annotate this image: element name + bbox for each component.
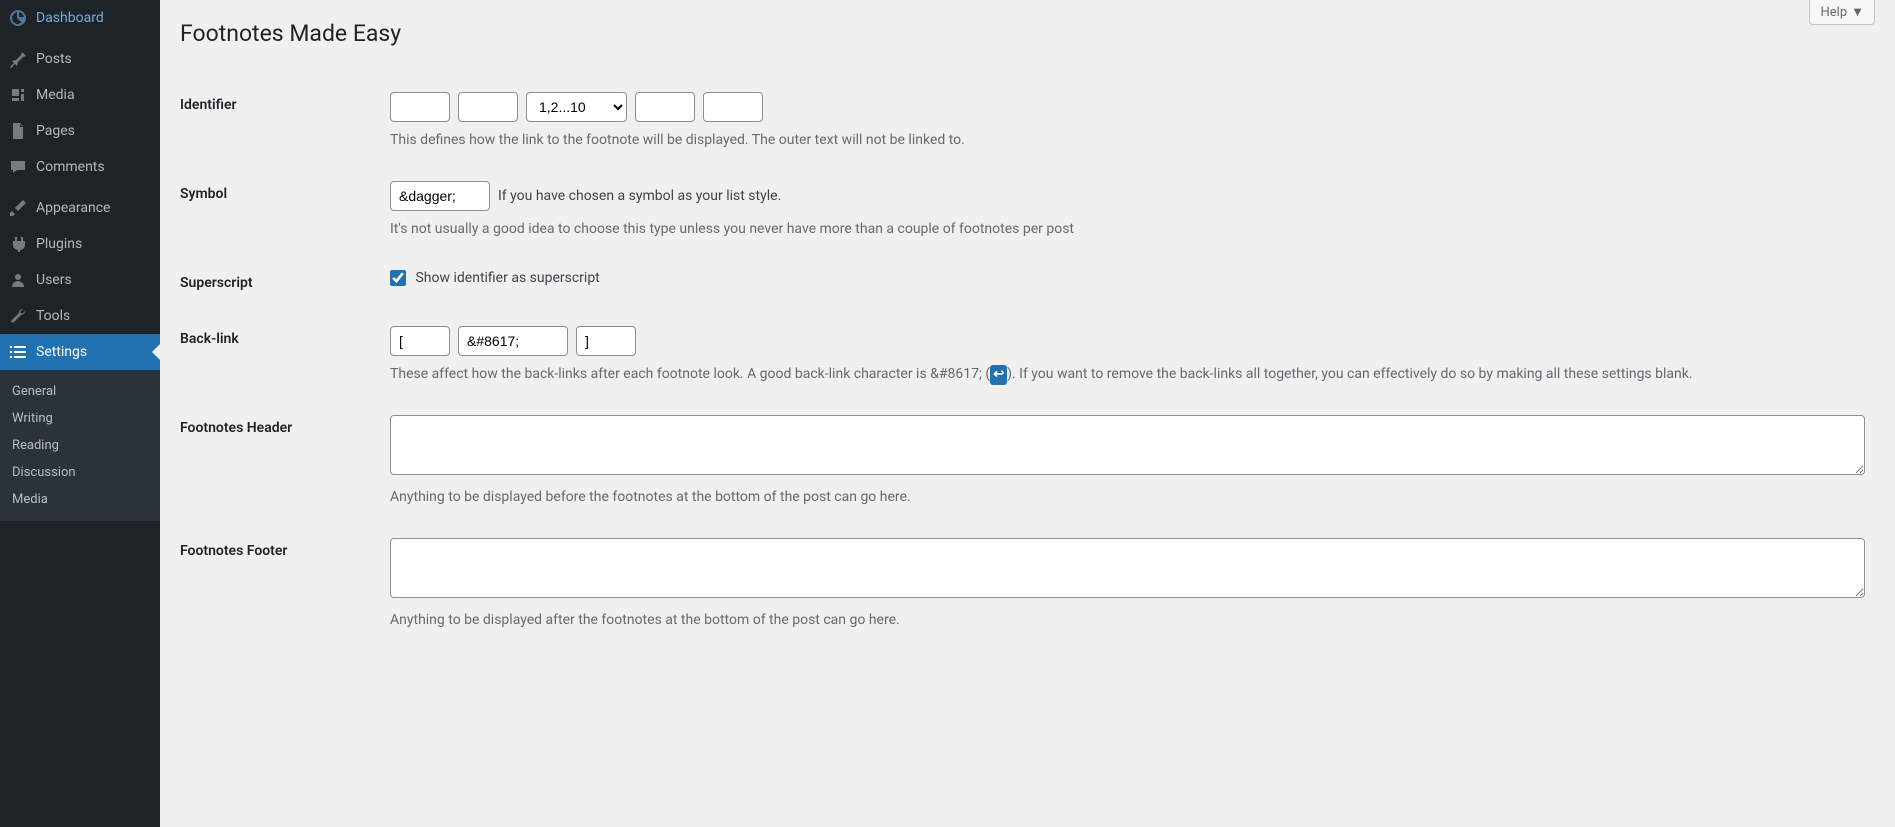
- backlink-post-input[interactable]: [576, 326, 636, 356]
- footnotes-footer-textarea[interactable]: [390, 538, 1865, 598]
- sidebar-item-label: Users: [36, 272, 72, 288]
- submenu-item-writing[interactable]: Writing: [0, 405, 160, 432]
- sidebar-item-label: Tools: [36, 308, 70, 324]
- settings-form: Identifier 1,2...10 This defines how the…: [180, 77, 1875, 646]
- comment-icon: [8, 157, 28, 177]
- identifier-pre2-input[interactable]: [458, 92, 518, 122]
- superscript-checkbox[interactable]: [390, 270, 406, 286]
- brush-icon: [8, 198, 28, 218]
- sidebar-item-pages[interactable]: Pages: [0, 113, 160, 149]
- sidebar-item-label: Dashboard: [36, 10, 104, 26]
- backlink-label: Back-link: [180, 311, 380, 400]
- footnotes-footer-label: Footnotes Footer: [180, 523, 380, 646]
- sidebar-item-dashboard[interactable]: Dashboard: [0, 0, 160, 36]
- submenu-item-media[interactable]: Media: [0, 486, 160, 513]
- settings-submenu: General Writing Reading Discussion Media: [0, 370, 160, 521]
- symbol-description: It's not usually a good idea to choose t…: [390, 219, 1865, 240]
- identifier-style-select[interactable]: 1,2...10: [526, 92, 627, 122]
- media-icon: [8, 85, 28, 105]
- sidebar-item-users[interactable]: Users: [0, 262, 160, 298]
- admin-sidebar: Dashboard Posts Media Pages Comments App…: [0, 0, 160, 827]
- backlink-pre-input[interactable]: [390, 326, 450, 356]
- footnotes-header-textarea[interactable]: [390, 415, 1865, 475]
- sidebar-item-label: Settings: [36, 344, 87, 360]
- pin-icon: [8, 49, 28, 69]
- sidebar-item-comments[interactable]: Comments: [0, 149, 160, 185]
- superscript-text: Show identifier as superscript: [415, 270, 599, 286]
- sidebar-item-media[interactable]: Media: [0, 77, 160, 113]
- submenu-item-general[interactable]: General: [0, 378, 160, 405]
- help-label: Help: [1820, 5, 1847, 20]
- symbol-input[interactable]: [390, 181, 490, 211]
- help-tab[interactable]: Help ▼: [1809, 0, 1875, 25]
- wrench-icon: [8, 306, 28, 326]
- sidebar-item-label: Appearance: [36, 200, 110, 216]
- identifier-post2-input[interactable]: [703, 92, 763, 122]
- sidebar-item-tools[interactable]: Tools: [0, 298, 160, 334]
- identifier-description: This defines how the link to the footnot…: [390, 130, 1865, 151]
- sidebar-item-settings[interactable]: Settings: [0, 334, 160, 370]
- sidebar-item-label: Pages: [36, 123, 75, 139]
- symbol-inline-text: If you have chosen a symbol as your list…: [498, 188, 781, 204]
- sidebar-item-label: Comments: [36, 159, 105, 175]
- superscript-label: Superscript: [180, 255, 380, 311]
- sidebar-item-appearance[interactable]: Appearance: [0, 190, 160, 226]
- backlink-mid-input[interactable]: [458, 326, 568, 356]
- page-icon: [8, 121, 28, 141]
- chevron-down-icon: ▼: [1851, 4, 1864, 20]
- footnotes-header-label: Footnotes Header: [180, 400, 380, 523]
- identifier-post1-input[interactable]: [635, 92, 695, 122]
- identifier-label: Identifier: [180, 77, 380, 166]
- backlink-description: These affect how the back-links after ea…: [390, 364, 1865, 385]
- sidebar-item-label: Posts: [36, 51, 72, 67]
- superscript-checkbox-label[interactable]: Show identifier as superscript: [390, 270, 600, 286]
- user-icon: [8, 270, 28, 290]
- submenu-item-discussion[interactable]: Discussion: [0, 459, 160, 486]
- return-arrow-icon: ↩: [990, 365, 1007, 385]
- sidebar-item-label: Plugins: [36, 236, 82, 252]
- sidebar-item-posts[interactable]: Posts: [0, 41, 160, 77]
- identifier-pre1-input[interactable]: [390, 92, 450, 122]
- page-title: Footnotes Made Easy: [180, 0, 1875, 57]
- settings-icon: [8, 342, 28, 362]
- submenu-item-reading[interactable]: Reading: [0, 432, 160, 459]
- plug-icon: [8, 234, 28, 254]
- footnotes-header-description: Anything to be displayed before the foot…: [390, 487, 1865, 508]
- dashboard-icon: [8, 8, 28, 28]
- main-content: Help ▼ Footnotes Made Easy Identifier 1,…: [160, 0, 1895, 827]
- footnotes-footer-description: Anything to be displayed after the footn…: [390, 610, 1865, 631]
- symbol-label: Symbol: [180, 166, 380, 255]
- sidebar-item-plugins[interactable]: Plugins: [0, 226, 160, 262]
- sidebar-item-label: Media: [36, 87, 75, 103]
